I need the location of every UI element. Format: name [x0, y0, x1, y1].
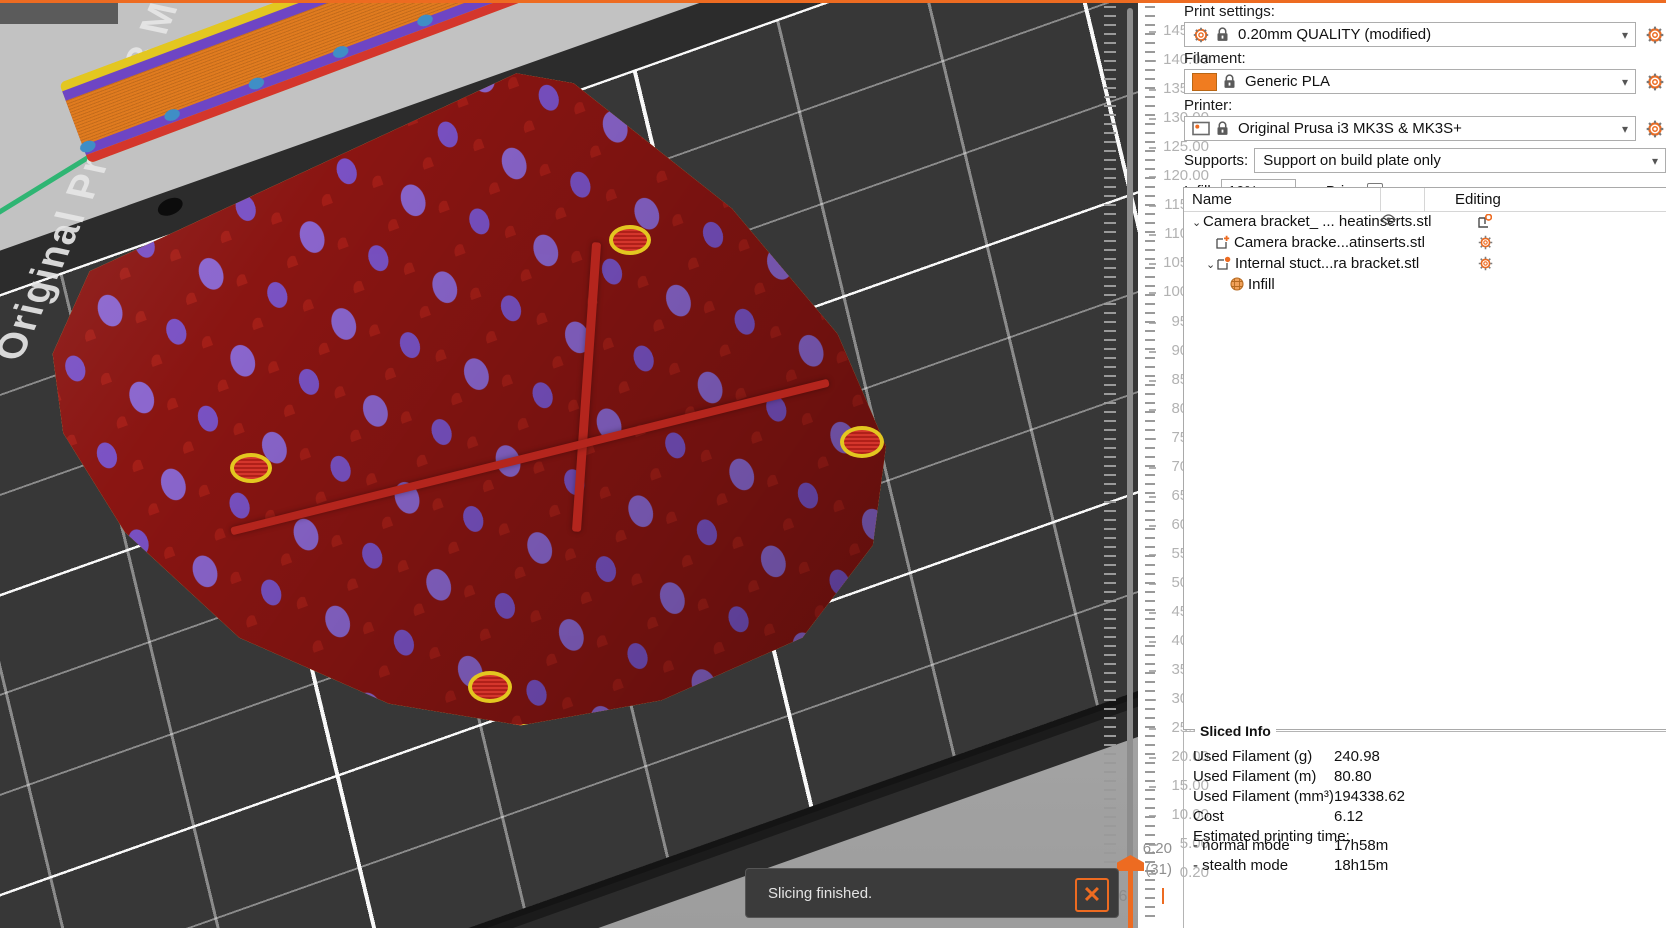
printer-icon	[1192, 120, 1210, 138]
print-settings-edit-gear-icon[interactable]	[1644, 24, 1666, 46]
prusaslicer-window: Original Prusa i3 MK3	[0, 0, 1666, 928]
object-list-row-label: Camera bracket_ ... heatinserts.stl	[1203, 213, 1432, 230]
filament-value: Generic PLA	[1245, 73, 1331, 90]
chevron-down-icon[interactable]: ⌄	[1192, 216, 1203, 229]
slider-fill	[1128, 862, 1133, 928]
printer-value: Original Prusa i3 MK3S & MK3S+	[1238, 120, 1462, 137]
object-list-row[interactable]: Camera bracke...atinserts.stl	[1184, 233, 1666, 254]
sliced-info-item-label: Used Filament (m)	[1193, 768, 1317, 785]
lock-icon	[1221, 73, 1237, 91]
object-list-header: Name Editing	[1184, 188, 1666, 212]
sliced-info-item-value: 6.12	[1334, 808, 1364, 825]
slider-layer-index: (31)	[1145, 861, 1172, 878]
sliced-info-item-label: Used Filament (mm³)	[1193, 788, 1334, 805]
print-time-item-value: 18h15m	[1334, 857, 1389, 874]
layers-add-icon[interactable]	[1478, 214, 1492, 228]
object-list-row-label: Internal stuct...ra bracket.stl	[1235, 255, 1420, 272]
sliced-info-title: Sliced Info	[1195, 723, 1276, 739]
screw-hole	[230, 452, 273, 483]
chevron-down-icon[interactable]: ▾	[1622, 70, 1628, 93]
slider-value: 6.20 (31)	[1143, 838, 1172, 880]
object-list-rows: ⌄ Camera bracket_ ... heatinserts.stl Came…	[1184, 212, 1666, 296]
notification-text: Slicing finished.	[768, 884, 873, 902]
filament-color-swatch	[1192, 72, 1217, 91]
sliced-info-item-value: 80.80	[1334, 768, 1372, 785]
viewport-toolbar-stub	[0, 2, 118, 24]
preset-config-block: Print settings: 0.20mm QUALITY (modified…	[1184, 3, 1666, 203]
slider-bottom-cursor	[1162, 888, 1164, 904]
screw-hole	[468, 670, 512, 703]
printer-edit-gear-icon[interactable]	[1644, 118, 1666, 140]
part-add-icon	[1216, 235, 1230, 249]
print-time-item-label: - stealth mode	[1193, 857, 1289, 874]
print-time-item-value: 17h58m	[1334, 837, 1389, 854]
print-settings-combo[interactable]: 0.20mm QUALITY (modified) ▾	[1184, 22, 1636, 47]
object-list-row-label: Camera bracke...atinserts.stl	[1234, 234, 1425, 251]
slider-ticks-right	[1145, 6, 1155, 922]
sliced-model[interactable]	[28, 0, 908, 730]
filament-edit-gear-icon[interactable]	[1644, 71, 1666, 93]
sliced-info-item-label: Cost	[1193, 808, 1224, 825]
infill-icon	[1230, 277, 1244, 291]
lock-icon	[1214, 26, 1230, 44]
object-list-row-label: Infill	[1248, 276, 1275, 293]
filament-label: Filament:	[1184, 50, 1246, 67]
chevron-down-icon[interactable]: ▾	[1622, 117, 1628, 140]
sliced-info-item-value: 194338.62	[1334, 788, 1405, 805]
supports-combo[interactable]: Support on build plate only ▾	[1254, 148, 1666, 173]
sliced-info-panel: Sliced Info Used Filament (g) 240.98 Used …	[1183, 723, 1666, 928]
column-header-name: Name	[1192, 191, 1233, 208]
chevron-down-icon[interactable]: ⌄	[1206, 258, 1217, 271]
lock-icon	[1214, 120, 1230, 138]
sliced-info-item-label: Used Filament (g)	[1193, 748, 1313, 765]
notification-toast[interactable]: Slicing finished. ✕	[745, 868, 1119, 918]
object-list[interactable]: Name Editing ⌄ Camera bracket_ ... heatin…	[1183, 187, 1666, 730]
top-accent-bar	[0, 0, 1666, 3]
part-modifier-icon	[1217, 256, 1231, 270]
layer-slider[interactable]: 6.20 (31) 227236	[1074, 0, 1175, 928]
sliced-info-item-value: 240.98	[1334, 748, 1380, 765]
chevron-down-icon[interactable]: ▾	[1652, 149, 1658, 172]
printer-label: Printer:	[1184, 97, 1233, 114]
object-list-row[interactable]: Infill	[1184, 275, 1666, 296]
column-divider	[1424, 188, 1425, 211]
screw-hole	[608, 225, 651, 256]
printer-combo[interactable]: Original Prusa i3 MK3S & MK3S+ ▾	[1184, 116, 1636, 141]
right-sidebar: 145.00140.00135.00130.00125.00120.00115.…	[1149, 3, 1666, 928]
supports-label: Supports:	[1184, 152, 1249, 169]
column-divider	[1380, 188, 1381, 211]
chevron-down-icon[interactable]: ▾	[1622, 23, 1628, 46]
3d-viewport[interactable]: Original Prusa i3 MK3	[0, 0, 1138, 928]
close-icon[interactable]: ✕	[1075, 878, 1109, 912]
slider-rail[interactable]	[1127, 8, 1133, 864]
supports-row: Supports: Support on build plate only ▾	[1184, 148, 1666, 173]
print-settings-label: Print settings:	[1184, 3, 1275, 20]
print-time-item-label: - normal mode	[1193, 837, 1290, 854]
gear-icon[interactable]	[1478, 256, 1493, 271]
gear-icon	[1192, 26, 1210, 44]
slider-ticks-left	[1104, 6, 1116, 922]
filament-combo[interactable]: Generic PLA ▾	[1184, 69, 1636, 94]
slider-handle-lower[interactable]	[1117, 855, 1144, 871]
supports-value: Support on build plate only	[1263, 152, 1441, 169]
column-header-editing: Editing	[1455, 191, 1501, 208]
slider-value-mm: 6.20	[1142, 840, 1172, 857]
gear-icon[interactable]	[1478, 235, 1493, 250]
object-list-row[interactable]: ⌄ Internal stuct...ra bracket.stl	[1184, 254, 1666, 275]
eye-icon[interactable]	[1381, 214, 1396, 225]
print-settings-value: 0.20mm QUALITY (modified)	[1238, 26, 1432, 43]
object-list-row[interactable]: ⌄ Camera bracket_ ... heatinserts.stl	[1184, 212, 1666, 233]
